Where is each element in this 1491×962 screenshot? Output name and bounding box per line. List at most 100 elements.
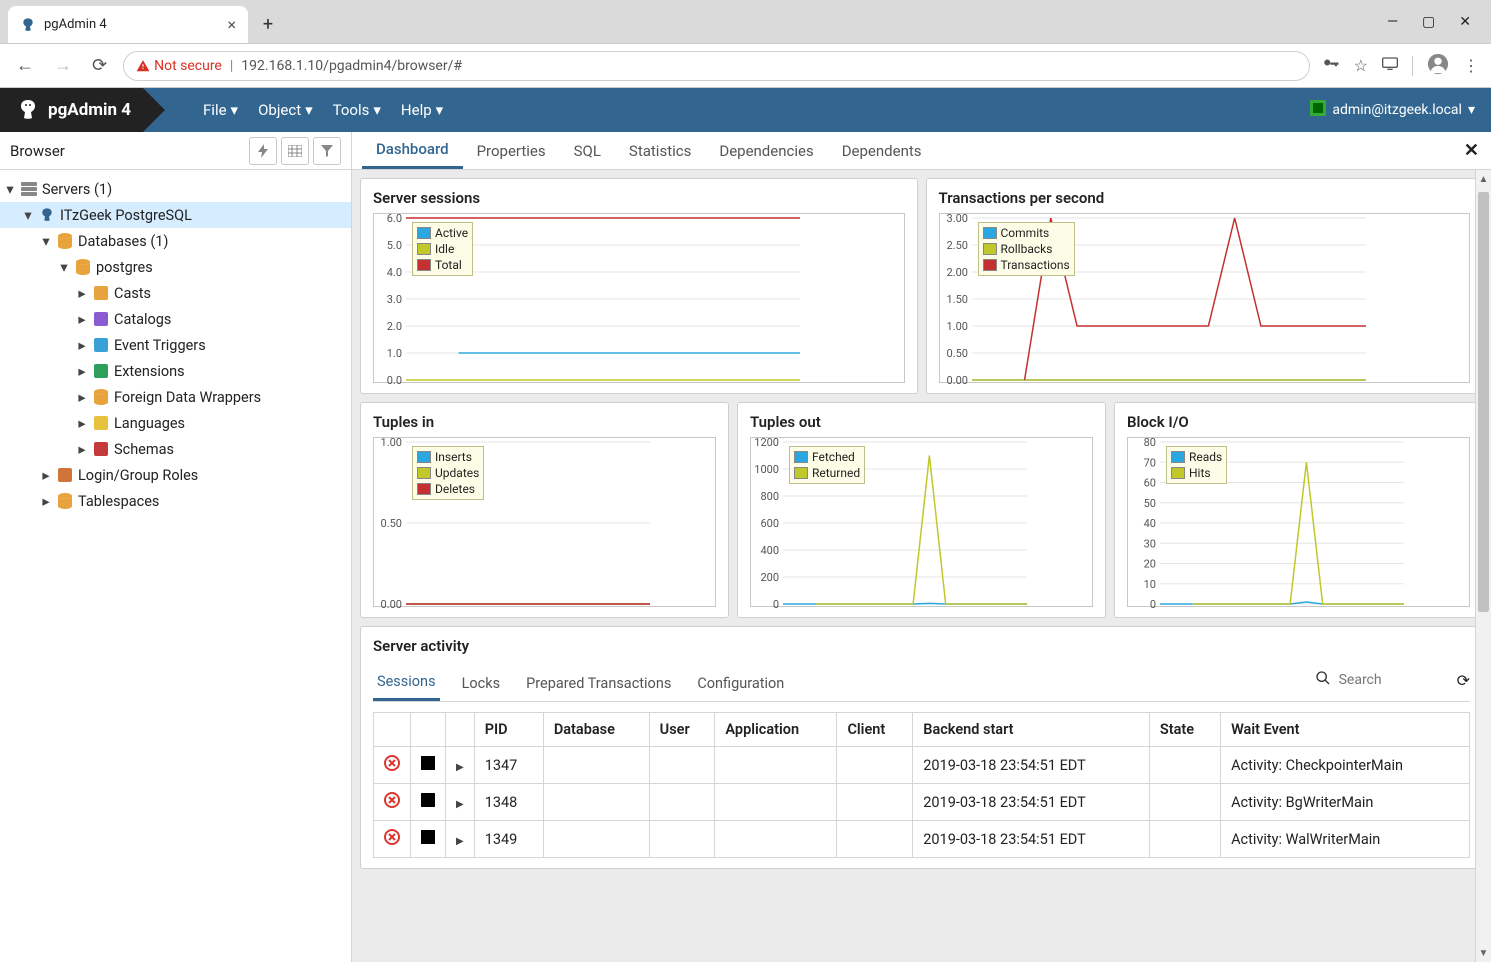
tree-caret-icon[interactable]: ▸ [40,467,52,484]
tree-node[interactable]: ▸Casts [0,280,351,306]
reload-button[interactable]: ⟳ [88,51,111,80]
column-header[interactable]: User [649,713,715,747]
tree-node[interactable]: ▸Tablespaces [0,488,351,514]
tab-statistics[interactable]: Statistics [615,132,705,169]
tree-caret-icon[interactable]: ▾ [58,259,70,276]
column-header[interactable]: Backend start [913,713,1150,747]
schemas-icon [92,442,110,456]
minimize-icon[interactable]: — [1387,14,1398,30]
cancel-button[interactable] [374,821,411,858]
tree-caret-icon[interactable]: ▸ [40,493,52,510]
tree-node[interactable]: ▾Databases (1) [0,228,351,254]
tree-caret-icon[interactable]: ▸ [76,389,88,406]
column-header[interactable]: PID [474,713,543,747]
close-window-icon[interactable]: ✕ [1459,14,1471,30]
menu-file[interactable]: File▾ [203,101,238,119]
back-button[interactable]: ← [12,51,38,80]
browser-tab-title: pgAdmin 4 [44,17,219,32]
key-icon[interactable] [1322,55,1340,77]
insecure-badge[interactable]: Not secure [136,58,222,74]
dashboard-panel: Server sessions 0.01.02.03.04.05.06.0Act… [352,170,1491,962]
column-header[interactable]: Application [715,713,837,747]
new-tab-button[interactable]: + [248,6,288,43]
filter-button[interactable] [313,137,341,165]
tab-properties[interactable]: Properties [463,132,560,169]
svg-text:5.0: 5.0 [387,239,402,252]
user-menu[interactable]: admin@itzgeek.local ▾ [1310,100,1475,120]
app-logo[interactable]: pgAdmin 4 [0,88,143,132]
terminate-button[interactable] [411,747,446,784]
bookmark-star-icon[interactable]: ☆ [1354,56,1368,75]
refresh-button[interactable]: ⟳ [1457,671,1470,690]
cancel-button[interactable] [374,784,411,821]
object-tree[interactable]: ▾Servers (1)▾ITzGeek PostgreSQL▾Database… [0,170,351,520]
svg-text:600: 600 [760,517,779,530]
tree-label: Schemas [114,441,174,458]
vertical-scrollbar[interactable]: ▲ ▼ [1475,170,1491,962]
profile-avatar-icon[interactable] [1427,53,1449,79]
tree-caret-icon[interactable]: ▸ [76,363,88,380]
column-header[interactable]: Client [837,713,913,747]
svg-text:800: 800 [760,490,779,503]
chrome-menu-icon[interactable]: ⋮ [1463,56,1479,75]
tree-node[interactable]: ▾postgres [0,254,351,280]
scroll-down-icon[interactable]: ▼ [1476,944,1491,962]
terminate-button[interactable] [411,784,446,821]
cell-backend-start: 2019-03-18 23:54:51 EDT [913,821,1150,858]
view-data-button[interactable] [281,137,309,165]
tree-label: Login/Group Roles [78,467,198,484]
cast-icon[interactable] [1382,56,1398,75]
scroll-thumb[interactable] [1478,192,1489,612]
expand-row-button[interactable]: ▶ [446,821,475,858]
tree-caret-icon[interactable]: ▾ [40,233,52,250]
scroll-up-icon[interactable]: ▲ [1476,170,1491,188]
tab-dependencies[interactable]: Dependencies [705,132,827,169]
column-header[interactable]: Wait Event [1221,713,1470,747]
tree-node[interactable]: ▸Languages [0,410,351,436]
subtab-prepared-transactions[interactable]: Prepared Transactions [522,667,675,700]
query-tool-button[interactable] [249,137,277,165]
expand-row-button[interactable]: ▶ [446,784,475,821]
browser-tab[interactable]: pgAdmin 4 × [8,6,248,43]
tree-caret-icon[interactable]: ▸ [76,415,88,432]
tree-node[interactable]: ▾Servers (1) [0,176,351,202]
tree-caret-icon[interactable]: ▸ [76,337,88,354]
tree-caret-icon[interactable]: ▸ [76,285,88,302]
tree-caret-icon[interactable]: ▾ [22,207,34,224]
menu-object[interactable]: Object▾ [258,101,313,119]
subtab-locks[interactable]: Locks [458,667,505,700]
expand-row-button[interactable]: ▶ [446,747,475,784]
terminate-button[interactable] [411,821,446,858]
tree-caret-icon[interactable]: ▸ [76,311,88,328]
cancel-button[interactable] [374,747,411,784]
tab-dependents[interactable]: Dependents [828,132,936,169]
tree-node[interactable]: ▾ITzGeek PostgreSQL [0,202,351,228]
url-bar[interactable]: Not secure | 192.168.1.10/pgadmin4/brows… [123,51,1310,81]
tree-node[interactable]: ▸ Login/Group Roles [0,462,351,488]
maximize-icon[interactable]: ▢ [1422,14,1435,30]
tab-sql[interactable]: SQL [560,132,615,169]
close-panel-icon[interactable]: ✕ [1464,140,1479,161]
tree-node[interactable]: ▸ Schemas [0,436,351,462]
column-header[interactable]: Database [543,713,649,747]
menu-tools[interactable]: Tools▾ [333,101,381,119]
tab-dashboard[interactable]: Dashboard [362,132,463,169]
tree-node[interactable]: ▸Extensions [0,358,351,384]
tree-caret-icon[interactable]: ▾ [4,181,16,198]
svg-text:400: 400 [760,544,779,557]
search-input[interactable] [1339,672,1419,688]
column-header[interactable]: State [1149,713,1220,747]
cell-client [837,784,913,821]
tree-node[interactable]: ▸Catalogs [0,306,351,332]
tree-caret-icon[interactable]: ▸ [76,441,88,458]
subtab-sessions[interactable]: Sessions [373,665,440,701]
close-tab-icon[interactable]: × [227,15,236,34]
svg-text:2.0: 2.0 [387,320,402,333]
server-group-icon [20,182,38,196]
menu-help[interactable]: Help▾ [401,101,443,119]
subtab-configuration[interactable]: Configuration [693,667,788,700]
chevron-down-icon: ▾ [305,101,313,119]
forward-button[interactable]: → [50,51,76,80]
tree-node[interactable]: ▸Foreign Data Wrappers [0,384,351,410]
tree-node[interactable]: ▸Event Triggers [0,332,351,358]
